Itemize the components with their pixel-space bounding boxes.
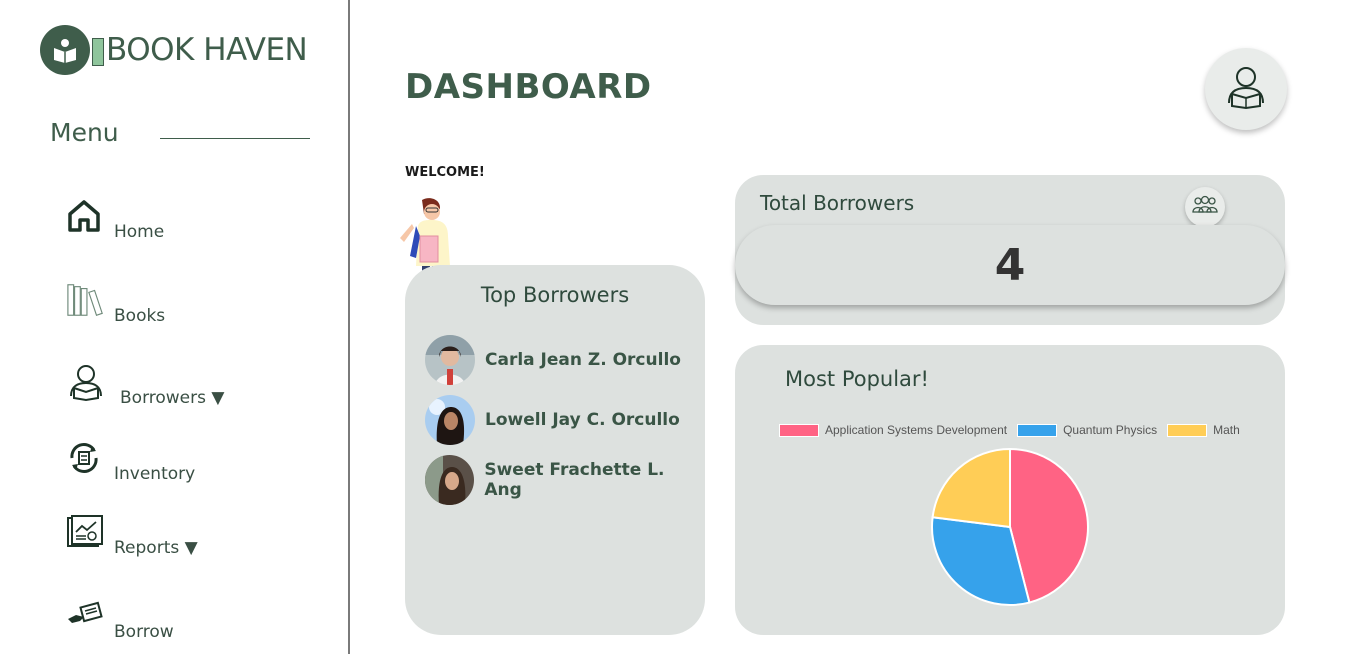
legend-item[interactable]: Math xyxy=(1167,423,1240,437)
legend-swatch xyxy=(1167,423,1208,437)
inventory-icon xyxy=(66,438,106,478)
legend-swatch xyxy=(779,423,819,437)
sidebar-item-label: Borrow xyxy=(114,622,174,642)
sidebar-item-label: Home xyxy=(114,222,165,242)
borrower-name: Sweet Frachette L. Ang xyxy=(484,460,665,500)
book-reader-logo-icon xyxy=(40,25,90,75)
borrower-name: Lowell Jay C. Orcullo xyxy=(485,410,680,430)
group-button[interactable] xyxy=(1185,187,1225,227)
legend-label: Application Systems Development xyxy=(825,423,1008,437)
sidebar-item-home[interactable]: Home xyxy=(66,196,164,242)
legend-swatch xyxy=(1017,423,1058,437)
avatar xyxy=(425,455,475,505)
top-borrowers-title: Top Borrowers xyxy=(480,283,630,307)
sidebar-item-label: Books xyxy=(114,306,166,326)
welcome-text: WELCOME! xyxy=(405,165,485,180)
sidebar-item-label: Inventory xyxy=(114,464,196,484)
sidebar-item-books[interactable]: Books xyxy=(66,280,165,326)
legend-item[interactable]: Application Systems Development xyxy=(779,423,1007,437)
avatar xyxy=(425,335,475,385)
chart-legend: Application Systems Development Quantum … xyxy=(779,423,1250,437)
reader-icon xyxy=(66,362,106,402)
group-icon xyxy=(1191,195,1219,219)
home-icon xyxy=(66,196,106,236)
list-item[interactable]: Sweet Frachette L. Ang xyxy=(425,455,705,505)
user-reading-icon xyxy=(1224,65,1268,113)
menu-divider xyxy=(160,138,310,139)
total-borrowers-title: Total Borrowers xyxy=(760,191,915,215)
most-popular-card: Most Popular! Application Systems Develo… xyxy=(735,345,1285,635)
top-borrowers-card: Top Borrowers Carla Jean Z. Orcullo Lowe… xyxy=(405,265,705,635)
total-borrowers-card: Total Borrowers 4 xyxy=(735,175,1285,325)
legend-label: Quantum Physics xyxy=(1063,423,1158,437)
total-borrowers-value-pill: 4 xyxy=(735,225,1285,305)
profile-button[interactable] xyxy=(1205,48,1287,130)
sidebar-item-borrowers[interactable]: Borrowers ▼ xyxy=(66,362,224,408)
legend-label: Math xyxy=(1213,423,1240,437)
legend-item[interactable]: Quantum Physics xyxy=(1017,423,1157,437)
borrower-name: Carla Jean Z. Orcullo xyxy=(485,350,681,370)
sidebar-item-label: Reports ▼ xyxy=(114,538,198,558)
pie-slice-math[interactable] xyxy=(931,447,1011,529)
list-item[interactable]: Lowell Jay C. Orcullo xyxy=(425,395,680,445)
reports-icon xyxy=(66,512,106,552)
books-icon xyxy=(66,280,106,320)
app-name: BOOK HAVEN xyxy=(106,32,308,68)
sidebar-item-label: Borrowers ▼ xyxy=(120,388,225,408)
avatar xyxy=(425,395,475,445)
popular-books-pie-chart[interactable] xyxy=(930,447,1090,607)
sidebar-item-borrow[interactable]: Borrow xyxy=(66,596,174,642)
book-spine-icon xyxy=(92,38,104,66)
total-borrowers-value: 4 xyxy=(994,239,1026,291)
app-logo[interactable]: BOOK HAVEN xyxy=(40,24,308,76)
list-item[interactable]: Carla Jean Z. Orcullo xyxy=(425,335,681,385)
page-title: DASHBOARD xyxy=(405,67,652,107)
most-popular-title: Most Popular! xyxy=(785,367,929,391)
borrow-hand-icon xyxy=(66,596,106,636)
sidebar: BOOK HAVEN Menu Home Books Borrowers ▼ I… xyxy=(0,0,350,654)
menu-title: Menu xyxy=(50,118,119,147)
sidebar-item-reports[interactable]: Reports ▼ xyxy=(66,512,198,558)
sidebar-item-inventory[interactable]: Inventory xyxy=(66,438,195,484)
